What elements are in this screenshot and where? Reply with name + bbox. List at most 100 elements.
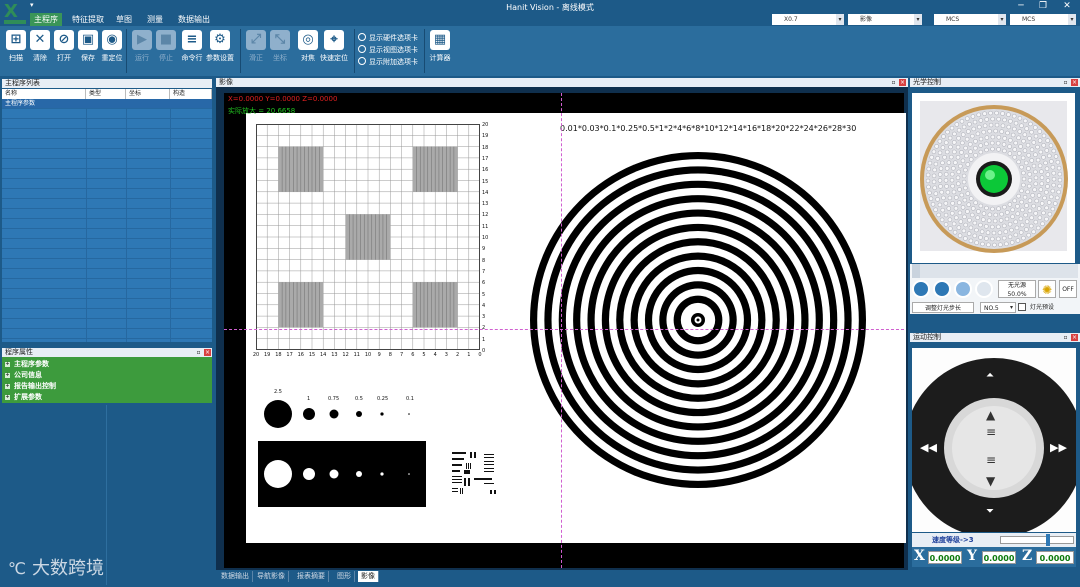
led — [1000, 111, 1005, 116]
arrow-right-icon[interactable]: ▶▶ — [1050, 441, 1067, 454]
led — [1039, 181, 1045, 186]
column-header-name[interactable]: 名称 — [2, 89, 86, 99]
led — [959, 150, 964, 155]
led — [943, 172, 949, 177]
led — [968, 149, 973, 154]
x-tick-label: 10 — [364, 352, 372, 358]
x-tick-label: 16 — [297, 352, 304, 358]
arrow-left-icon[interactable]: ◀◀ — [920, 441, 937, 454]
x-axis-label: X — [914, 548, 925, 564]
tab-data-output[interactable]: 数据输出 — [218, 571, 253, 582]
led — [966, 202, 971, 207]
view-select[interactable]: 影像 — [848, 14, 920, 25]
command-line-button[interactable]: ≡ 命令行 — [180, 30, 204, 63]
settings-button[interactable]: ⚙ 参数设置 — [206, 30, 234, 63]
show-hardware-tab-option[interactable]: 显示硬件选项卡 — [358, 33, 418, 43]
z-up-icon[interactable]: ▲ — [986, 408, 995, 422]
tab-sketch[interactable]: 草图 — [112, 13, 136, 26]
close-icon[interactable]: ✕ — [1056, 0, 1078, 13]
led — [1017, 129, 1022, 134]
quick-access-icon[interactable]: ▾ — [30, 1, 34, 9]
light-coaxial-button[interactable] — [933, 280, 951, 298]
led — [1026, 166, 1031, 171]
led — [965, 209, 970, 214]
close-icon[interactable]: × — [1071, 334, 1078, 341]
led — [1033, 152, 1038, 157]
prop-extended-params[interactable]: + 扩展参数 — [2, 392, 212, 403]
adjust-step-button[interactable]: 调整灯光步长 — [912, 302, 974, 313]
expand-icon[interactable]: + — [5, 362, 10, 367]
tab-feature-extract[interactable]: 特征提取 — [68, 13, 108, 26]
prop-report-output[interactable]: + 报告输出控制 — [2, 381, 212, 392]
led — [947, 217, 953, 222]
arrow-down-icon[interactable]: ⏷ — [986, 506, 994, 517]
led — [1012, 198, 1017, 203]
led — [964, 153, 969, 159]
chevron-down-icon[interactable]: ▾ — [914, 14, 922, 25]
pin-icon[interactable]: ▫ — [1062, 79, 1069, 86]
led — [937, 202, 943, 208]
tab-graphics[interactable]: 图形 — [334, 571, 355, 582]
coordinate-select[interactable]: MCS — [934, 14, 1004, 25]
close-icon[interactable]: × — [204, 349, 211, 356]
column-header-construct[interactable]: 构造 — [170, 89, 212, 99]
coordinate-button[interactable]: ⤡ 坐标 — [268, 30, 292, 63]
tab-nav-image[interactable]: 导航影像 — [254, 571, 289, 582]
column-header-type[interactable]: 类型 — [86, 89, 126, 99]
prop-company-info[interactable]: + 公司信息 — [2, 370, 212, 381]
relocate-button[interactable]: ◉ 重定位 — [100, 30, 124, 63]
speed-slider[interactable] — [1000, 536, 1074, 544]
chevron-down-icon[interactable]: ▾ — [998, 14, 1006, 25]
speed-level: 速度等级->3 — [932, 536, 974, 544]
z-down-icon[interactable]: ▼ — [986, 474, 995, 488]
led — [1050, 188, 1056, 194]
coordinate-readout: X=0.0000 Y=0.0000 Z=0.0000 — [228, 95, 338, 103]
light-preset-checkbox[interactable] — [1018, 303, 1026, 311]
column-header-coord[interactable]: 坐标 — [126, 89, 170, 99]
coordinate-select-2[interactable]: MCS — [1010, 14, 1076, 25]
joystick-pad[interactable] — [912, 348, 1076, 532]
pin-icon[interactable]: ▫ — [1062, 334, 1069, 341]
scrollbar-track[interactable] — [920, 264, 1078, 278]
table-row-empty — [2, 239, 212, 249]
led — [1021, 176, 1027, 182]
show-extra-tab-option[interactable]: 显示附加选项卡 — [358, 57, 418, 67]
scrollbar-thumb[interactable] — [912, 264, 920, 278]
zoom-select[interactable]: X0.7 — [772, 14, 842, 25]
expand-icon[interactable]: + — [5, 395, 10, 400]
light-off-button[interactable]: OFF — [1059, 280, 1077, 298]
minimize-icon[interactable]: ─ — [1010, 0, 1032, 13]
close-icon[interactable]: × — [899, 79, 906, 86]
led — [939, 217, 945, 223]
tab-measure[interactable]: 测量 — [143, 13, 167, 26]
chevron-down-icon[interactable]: ▾ — [1010, 304, 1013, 311]
arrow-up-icon[interactable]: ⏶ — [986, 370, 994, 381]
chevron-down-icon[interactable]: ▾ — [1068, 14, 1076, 25]
led — [981, 129, 986, 135]
expand-icon[interactable]: + — [5, 373, 10, 378]
pin-icon[interactable]: ▫ — [195, 349, 202, 356]
close-icon[interactable]: × — [1071, 79, 1078, 86]
ring-light-image[interactable] — [912, 93, 1075, 263]
speed-slider-thumb[interactable] — [1046, 534, 1050, 546]
expand-icon[interactable]: + — [5, 384, 10, 389]
quick-locate-button[interactable]: ⌖ 快速定位 — [320, 30, 348, 63]
calculator-button[interactable]: ▦ 计算器 — [428, 30, 452, 63]
bulb-icon[interactable]: ✺ — [1038, 280, 1056, 298]
tab-data-output[interactable]: 数据输出 — [174, 13, 214, 26]
light-ring-button[interactable] — [912, 280, 930, 298]
table-row[interactable]: 主程序参数 — [2, 99, 212, 109]
show-view-tab-option[interactable]: 显示视图选项卡 — [358, 45, 418, 55]
light-quadrant-button[interactable] — [954, 280, 972, 298]
tab-report-summary[interactable]: 报表摘要 — [294, 571, 329, 582]
led — [956, 181, 961, 186]
pin-icon[interactable]: ▫ — [890, 79, 897, 86]
light-grid-button[interactable] — [975, 280, 993, 298]
focus-icon: ◎ — [298, 30, 318, 50]
chevron-down-icon[interactable]: ▾ — [836, 14, 844, 25]
tab-main-program[interactable]: 主程序 — [30, 13, 62, 26]
prop-main-params[interactable]: + 主程序参数 — [2, 359, 212, 370]
tab-image[interactable]: 影像 — [358, 571, 379, 582]
maximize-icon[interactable]: ❐ — [1032, 0, 1054, 13]
led — [1012, 113, 1017, 119]
